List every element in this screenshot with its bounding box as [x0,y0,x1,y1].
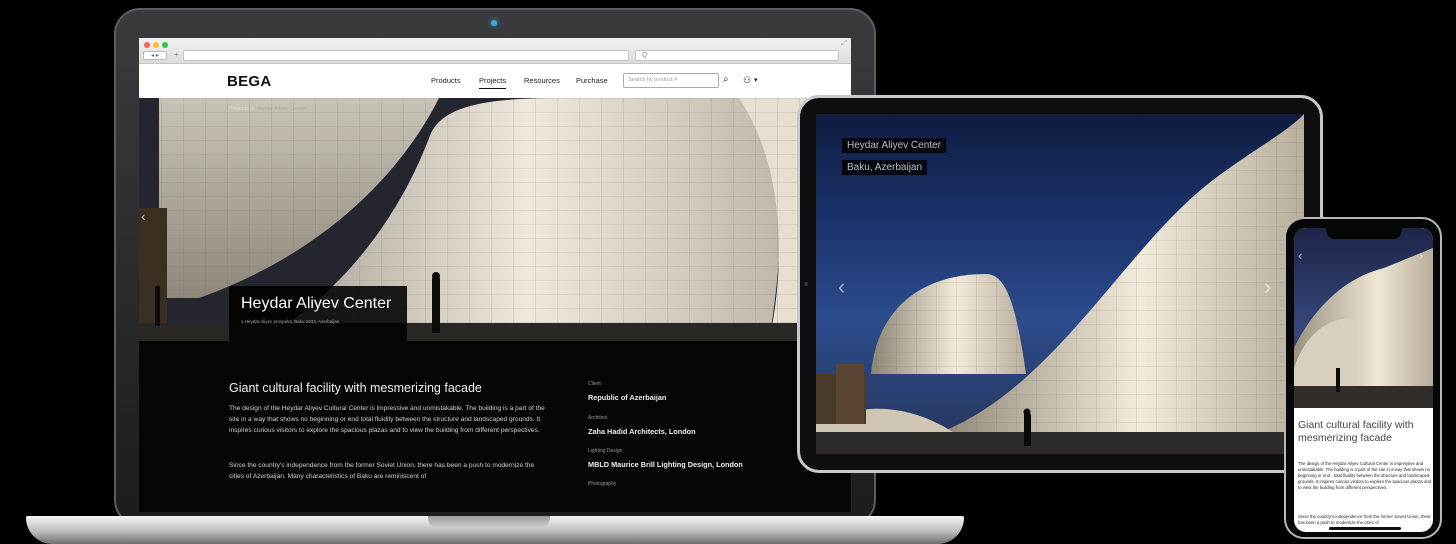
meta-lighting-value: MBLD Maurice Brill Lighting Design, Lond… [588,460,743,469]
laptop-camera [491,20,497,26]
nav-products[interactable]: Products [431,76,461,85]
meta-client-label: Client [588,381,601,387]
breadcrumb-separator: > [250,106,254,112]
tablet-screen: Heydar Aliyev Center Baku, Azerbaijan ‹ … [816,114,1304,454]
minimize-window-button[interactable] [153,42,159,48]
phone-paragraph-1: The design of the Heydar Aliyev Cultural… [1298,461,1432,490]
address-bar[interactable] [183,50,629,61]
user-icon[interactable]: ⚇ [743,75,751,86]
chevron-left-icon[interactable]: ‹ [141,208,146,224]
tablet-title-tag: Heydar Aliyev Center [842,138,946,153]
maximize-window-button[interactable] [162,42,168,48]
browser-search-field[interactable]: Q [635,50,839,61]
breadcrumb-projects-link[interactable]: Projects [229,106,249,112]
page-title: Heydar Aliyev Center [241,295,392,312]
meta-architect-value: Zaha Hadid Architects, London [588,427,696,436]
back-forward-buttons[interactable]: ◂ ▸ [143,51,167,60]
new-tab-icon[interactable]: + [174,50,179,59]
chevron-left-icon[interactable]: ‹ [838,274,845,300]
nav-projects[interactable]: Projects [479,76,507,89]
tablet-location-tag: Baku, Azerbaijan [842,160,928,175]
product-search-input[interactable]: Search by product # [623,73,719,88]
breadcrumb: Projects > Heydar Aliyev Center [229,106,307,112]
meta-client-value: Republic of Azerbaijan [588,393,667,402]
carousel-dots[interactable] [1356,398,1371,408]
phone-paragraph-2: Since the country's independence from th… [1298,514,1431,525]
browser-chrome: ◂ ▸ + Q ⤢ [139,38,851,64]
phone-notch [1326,228,1402,239]
site-header: BEGA Products Projects Resources Purchas… [139,64,851,98]
hero-title-box: Heydar Aliyev Center 1 Heydar Aliyev pro… [229,286,407,341]
search-icon[interactable]: ⌕ [723,74,729,85]
chevron-down-icon[interactable]: ▾ [754,76,758,84]
chevron-right-icon[interactable]: › [1419,248,1423,263]
content-heading: Giant cultural facility with mesmerizing… [229,381,482,395]
phone-building-image [1294,248,1433,408]
phone-screen: ‹ › Giant cultural facility with mesmeri… [1294,228,1433,532]
tablet-camera [804,282,808,286]
laptop-screen: ◂ ▸ + Q ⤢ BEGA Products Projects Resourc… [139,38,851,512]
close-window-button[interactable] [144,42,150,48]
chevron-left-icon[interactable]: ‹ [1298,248,1302,263]
content-paragraph-2: Since the country's independence from th… [229,462,535,481]
content-paragraph-1: The design of the Heydar Aliyev Cultural… [229,405,545,435]
phone-hero-image: ‹ › [1294,228,1433,408]
chevron-right-icon[interactable]: › [1264,274,1271,300]
hero-address: 1 Heydar Aliyev prospekti, Baku 1033, Az… [241,319,340,324]
breadcrumb-current: Heydar Aliyev Center [255,106,307,112]
meta-lighting-label: Lighting Design [588,448,623,454]
meta-architect-label: Architect [588,415,608,421]
nav-purchase[interactable]: Purchase [576,76,608,85]
laptop-notch [428,516,550,528]
meta-photography-label: Photography [588,481,617,486]
nav-resources[interactable]: Resources [524,76,560,85]
phone-content-heading: Giant cultural facility with mesmerizing… [1298,419,1414,444]
bega-logo[interactable]: BEGA [227,73,272,90]
fullscreen-icon[interactable]: ⤢ [841,40,847,48]
hero-image: Projects > Heydar Aliyev Center ‹ Heydar… [139,98,851,341]
phone-home-indicator [1329,527,1401,530]
